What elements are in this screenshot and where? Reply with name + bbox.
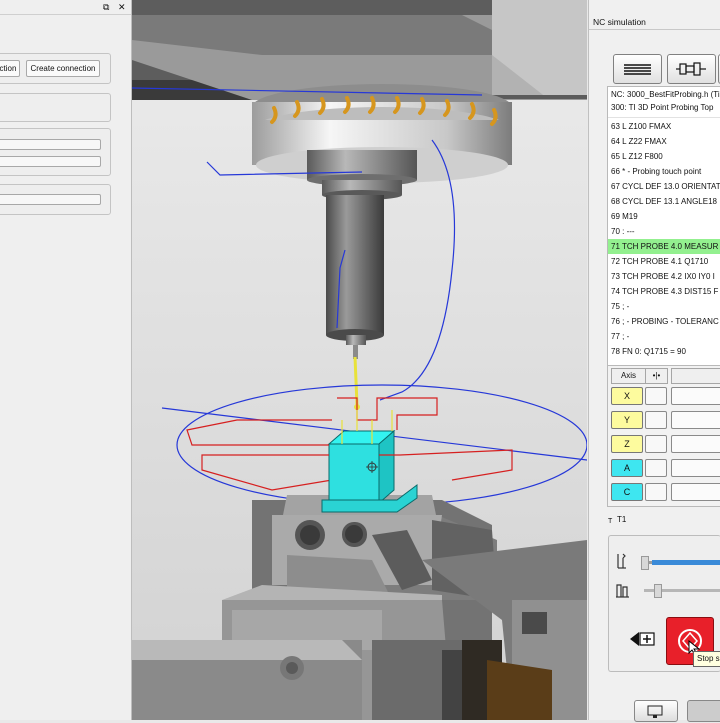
reset-button[interactable]	[687, 700, 720, 722]
input-field-1[interactable]	[0, 139, 101, 150]
machine-scene	[132, 0, 587, 720]
close-panel-icon[interactable]: ✕	[118, 2, 126, 13]
program-line[interactable]: 74 TCH PROBE 4.3 DIST15 F	[608, 284, 720, 299]
axis-z-value	[671, 435, 720, 453]
axis-x-label: X	[611, 387, 643, 405]
program-line[interactable]: 70 : ---	[608, 224, 720, 239]
program-view-button[interactable]	[613, 54, 662, 84]
status-group	[0, 93, 111, 122]
title-divider	[589, 29, 720, 30]
axis-c-label: C	[611, 483, 643, 501]
program-line[interactable]: 75 ; -	[608, 299, 720, 314]
axis-c-toggle[interactable]	[645, 483, 667, 501]
nc-column-header: NC	[671, 368, 720, 384]
program-line[interactable]: 69 M19	[608, 209, 720, 224]
axis-x-value: -1	[671, 387, 720, 405]
program-line[interactable]: 78 FN 0: Q1715 = 90	[608, 344, 720, 359]
connection-panel: ⧉ ✕ ction Create connection	[0, 0, 132, 720]
export-button[interactable]	[634, 700, 678, 722]
axis-a-value	[671, 459, 720, 477]
program-line[interactable]: 64 L Z22 FMAX	[608, 134, 720, 149]
axis-y-label: Y	[611, 411, 643, 429]
program-lines-icon	[624, 64, 651, 75]
axis-y-toggle[interactable]	[645, 411, 667, 429]
program-line[interactable]: 77 ; -	[608, 329, 720, 344]
connection-button[interactable]: ction	[0, 60, 20, 77]
feed-rate-slider[interactable]	[640, 556, 720, 570]
mid-column-header: •|•	[645, 368, 668, 384]
program-line[interactable]: 66 * - Probing touch point	[608, 164, 720, 179]
step-back-icon[interactable]	[628, 628, 658, 650]
program-line[interactable]: 65 L Z12 F800	[608, 149, 720, 164]
simulation-viewport[interactable]	[132, 0, 587, 720]
program-line[interactable]: 68 CYCL DEF 13.1 ANGLE18	[608, 194, 720, 209]
input-field-2[interactable]	[0, 156, 101, 167]
axis-c-value	[671, 483, 720, 501]
speed-slider[interactable]	[640, 584, 720, 598]
program-line[interactable]: 73 TCH PROBE 4.2 IX0 IY0 I	[608, 269, 720, 284]
feed-rate-icon	[617, 553, 626, 569]
stop-tooltip: Stop s	[693, 651, 720, 667]
create-connection-button[interactable]: Create connection	[26, 60, 100, 77]
program-line[interactable]: 72 TCH PROBE 4.1 Q1710	[608, 254, 720, 269]
settings-group-1	[0, 128, 111, 176]
nc-program-listing[interactable]: NC: 3000_BestFitProbing.h (Ti 300: TI 3D…	[607, 86, 720, 366]
program-line[interactable]: 63 L Z100 FMAX	[608, 119, 720, 134]
axis-y-value: 1	[671, 411, 720, 429]
program-line[interactable]: 76 ; - PROBING - TOLERANC	[608, 314, 720, 329]
program-header-divider	[608, 117, 720, 118]
axis-a-toggle[interactable]	[645, 459, 667, 477]
tool-view-button[interactable]	[667, 54, 716, 84]
program-header-line: 300: TI 3D Point Probing Top	[611, 103, 714, 112]
program-line[interactable]: 67 CYCL DEF 13.0 ORIENTAT	[608, 179, 720, 194]
input-field-3[interactable]	[0, 194, 101, 205]
axis-a-label: A	[611, 459, 643, 477]
axis-x-toggle[interactable]	[645, 387, 667, 405]
tool-holder-icon	[676, 62, 706, 76]
axis-column-header: Axis	[611, 368, 646, 384]
program-line-active[interactable]: 71 TCH PROBE 4.0 MEASUR	[608, 239, 720, 254]
axis-z-toggle[interactable]	[645, 435, 667, 453]
tool-label: T1	[617, 515, 627, 524]
panel-title-divider	[0, 14, 131, 15]
speed-icon	[616, 584, 629, 598]
float-panel-icon[interactable]: ⧉	[103, 2, 109, 13]
axes-table: Axis •|• NC X -1 Y 1 Z A C	[607, 365, 720, 507]
nc-simulation-title: NC simulation	[593, 17, 646, 27]
tool-prefix-label: T	[608, 518, 613, 525]
axis-z-label: Z	[611, 435, 643, 453]
monitor-icon	[647, 705, 663, 718]
